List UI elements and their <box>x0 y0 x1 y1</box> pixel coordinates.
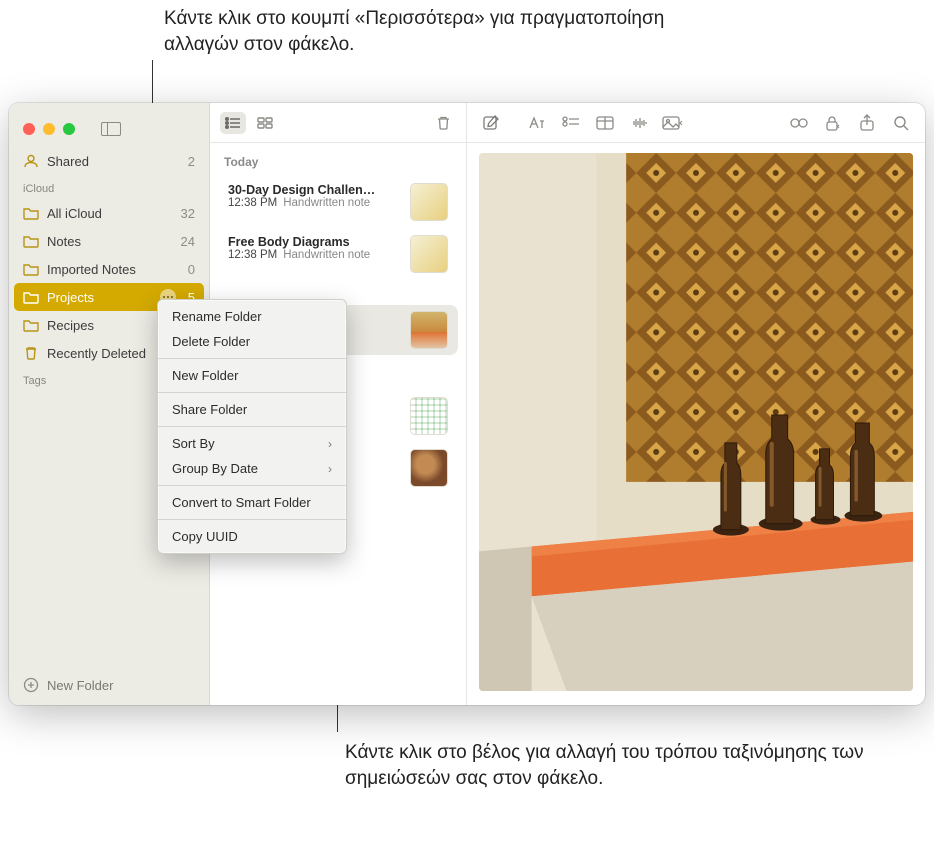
close-window-button[interactable] <box>23 123 35 135</box>
ctx-rename-folder[interactable]: Rename Folder <box>158 304 346 329</box>
sidebar-item-label: All iCloud <box>47 206 173 221</box>
trash-icon <box>23 346 39 360</box>
separator <box>158 485 346 486</box>
content-toolbar <box>467 103 925 143</box>
window-controls <box>9 103 209 143</box>
search-button[interactable] <box>885 110 917 136</box>
separator <box>158 426 346 427</box>
note-thumbnail <box>410 235 448 273</box>
sidebar-folder-notes[interactable]: Notes 24 <box>9 227 209 255</box>
sidebar-item-count: 24 <box>181 234 195 249</box>
note-content-image <box>479 153 913 691</box>
ctx-convert-smart-folder[interactable]: Convert to Smart Folder <box>158 490 346 515</box>
note-thumbnail <box>410 449 448 487</box>
folder-icon <box>23 318 39 332</box>
ctx-group-by-date[interactable]: Group By Date› <box>158 456 346 481</box>
lock-icon <box>824 115 842 131</box>
plus-circle-icon <box>23 677 39 693</box>
callout-sort-arrow: Κάντε κλικ στο βέλος για αλλαγή του τρόπ… <box>345 740 865 791</box>
minimize-window-button[interactable] <box>43 123 55 135</box>
notes-window: Shared 2 iCloud All iCloud 32 Notes 24 I… <box>9 103 925 705</box>
separator <box>158 392 346 393</box>
chevron-right-icon: › <box>328 437 332 451</box>
note-item[interactable]: 30-Day Design Challen… 12:38 PMHandwritt… <box>218 177 458 227</box>
list-view-button[interactable] <box>220 112 246 134</box>
link-button[interactable] <box>783 110 815 136</box>
sidebar-item-count: 0 <box>188 262 195 277</box>
sidebar-item-count: 32 <box>181 206 195 221</box>
note-thumbnail <box>410 311 448 349</box>
note-thumbnail <box>410 397 448 435</box>
folder-icon <box>23 206 39 220</box>
date-group-label: Today <box>210 151 466 177</box>
shared-icon <box>23 154 39 168</box>
callout-more-button: Κάντε κλικ στο κουμπί «Περισσότερα» για … <box>164 6 724 57</box>
note-subtitle: 12:38 PMHandwritten note <box>228 249 400 261</box>
media-button[interactable] <box>657 110 689 136</box>
folder-icon <box>23 234 39 248</box>
sidebar: Shared 2 iCloud All iCloud 32 Notes 24 I… <box>9 103 209 705</box>
checklist-icon <box>562 116 580 130</box>
search-icon <box>893 115 909 131</box>
sidebar-item-label: Projects <box>47 290 152 305</box>
new-folder-label: New Folder <box>47 678 113 693</box>
ctx-copy-uuid[interactable]: Copy UUID <box>158 524 346 549</box>
sidebar-toggle-icon[interactable] <box>101 122 121 136</box>
note-title: 30-Day Design Challen… <box>228 183 400 197</box>
ctx-new-folder[interactable]: New Folder <box>158 363 346 388</box>
sidebar-item-count: 2 <box>188 154 195 169</box>
note-title: Free Body Diagrams <box>228 235 400 249</box>
ctx-share-folder[interactable]: Share Folder <box>158 397 346 422</box>
sidebar-item-label: Imported Notes <box>47 262 180 277</box>
sidebar-section-icloud: iCloud <box>9 175 209 199</box>
waveform-icon <box>630 116 648 130</box>
compose-button[interactable] <box>475 110 507 136</box>
sidebar-folder-all-icloud[interactable]: All iCloud 32 <box>9 199 209 227</box>
format-button[interactable] <box>521 110 553 136</box>
table-button[interactable] <box>589 110 621 136</box>
folder-icon <box>23 262 39 276</box>
text-format-icon <box>527 116 547 130</box>
ctx-delete-folder[interactable]: Delete Folder <box>158 329 346 354</box>
note-subtitle: 12:38 PMHandwritten note <box>228 197 400 209</box>
separator <box>158 519 346 520</box>
sidebar-shared[interactable]: Shared 2 <box>9 147 209 175</box>
share-button[interactable] <box>851 110 883 136</box>
noteslist-toolbar <box>210 103 466 143</box>
trash-icon <box>436 115 451 131</box>
folder-icon <box>23 290 39 304</box>
separator <box>158 358 346 359</box>
photo-illustration <box>479 153 913 691</box>
table-icon <box>596 116 614 130</box>
note-content-pane <box>467 103 925 705</box>
sidebar-item-label: Shared <box>47 154 180 169</box>
new-folder-button[interactable]: New Folder <box>9 667 209 705</box>
photo-icon <box>662 115 684 131</box>
grid-icon <box>257 117 273 129</box>
note-item[interactable]: Free Body Diagrams 12:38 PMHandwritten n… <box>218 229 458 279</box>
gallery-view-button[interactable] <box>252 112 278 134</box>
compose-icon <box>482 114 500 132</box>
zoom-window-button[interactable] <box>63 123 75 135</box>
ctx-sort-by[interactable]: Sort By› <box>158 431 346 456</box>
sidebar-folder-imported[interactable]: Imported Notes 0 <box>9 255 209 283</box>
delete-note-button[interactable] <box>430 112 456 134</box>
audio-button[interactable] <box>623 110 655 136</box>
note-thumbnail <box>410 183 448 221</box>
chevron-right-icon: › <box>328 462 332 476</box>
folder-context-menu: Rename Folder Delete Folder New Folder S… <box>157 299 347 554</box>
sidebar-item-label: Notes <box>47 234 173 249</box>
list-icon <box>225 117 241 129</box>
checklist-button[interactable] <box>555 110 587 136</box>
share-icon <box>859 114 875 132</box>
link-icon <box>789 116 809 130</box>
lock-button[interactable] <box>817 110 849 136</box>
